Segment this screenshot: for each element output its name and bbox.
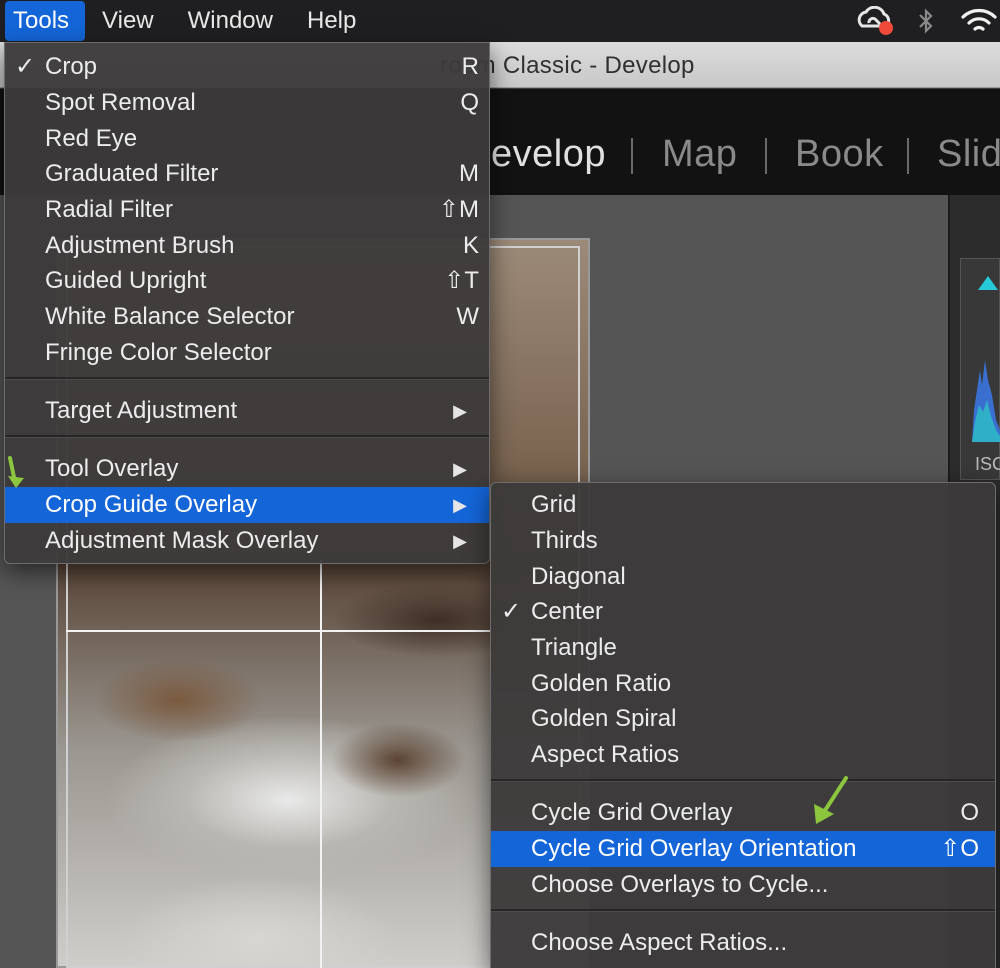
submenu-item-choose-aspect-ratios[interactable]: Choose Aspect Ratios... bbox=[491, 925, 995, 961]
menu-item-label: Crop bbox=[45, 53, 98, 80]
submenu-item-golden-ratio[interactable]: Golden Ratio bbox=[491, 666, 995, 702]
submenu-item-cycle-grid-overlay[interactable]: Cycle Grid Overlay O bbox=[491, 795, 995, 831]
crop-guide-overlay-submenu: Grid Thirds Diagonal ✓ Center Triangle G… bbox=[490, 482, 996, 968]
menu-item-spot-removal[interactable]: Spot Removal Q bbox=[5, 85, 489, 121]
menu-item-label: Grid bbox=[531, 491, 577, 518]
menu-window[interactable]: Window bbox=[171, 0, 290, 42]
module-divider bbox=[765, 138, 767, 174]
module-book[interactable]: Book bbox=[795, 133, 884, 176]
menu-item-label: Cycle Grid Overlay bbox=[531, 799, 733, 826]
menu-item-label: Tool Overlay bbox=[45, 455, 179, 482]
submenu-arrow-icon: ▶ bbox=[453, 459, 467, 479]
submenu-item-aspect-ratios[interactable]: Aspect Ratios bbox=[491, 737, 995, 773]
submenu-item-choose-overlays-to-cycle[interactable]: Choose Overlays to Cycle... bbox=[491, 867, 995, 903]
menu-item-label: Center bbox=[531, 598, 604, 625]
tools-menu: ✓ Crop R Spot Removal Q Red Eye Graduate… bbox=[4, 42, 490, 564]
submenu-item-triangle[interactable]: Triangle bbox=[491, 630, 995, 666]
shortcut-label: W bbox=[456, 303, 479, 330]
module-divider bbox=[907, 138, 909, 174]
iso-label: ISC bbox=[975, 454, 1000, 474]
menu-item-crop[interactable]: ✓ Crop R bbox=[5, 49, 489, 85]
shortcut-label: Q bbox=[460, 89, 479, 116]
menu-item-label: Thirds bbox=[531, 527, 598, 554]
submenu-arrow-icon: ▶ bbox=[453, 401, 467, 421]
menu-item-label: Diagonal bbox=[531, 563, 626, 590]
menu-view[interactable]: View bbox=[85, 0, 171, 42]
menu-item-label: Radial Filter bbox=[45, 196, 174, 223]
menu-item-label: Spot Removal bbox=[45, 89, 196, 116]
submenu-item-diagonal[interactable]: Diagonal bbox=[491, 559, 995, 595]
menu-item-adjustment-brush[interactable]: Adjustment Brush K bbox=[5, 228, 489, 264]
submenu-item-thirds[interactable]: Thirds bbox=[491, 523, 995, 559]
menu-item-label: Choose Overlays to Cycle... bbox=[531, 871, 829, 898]
module-map[interactable]: Map bbox=[662, 133, 737, 176]
highlight-clipping-indicator[interactable] bbox=[978, 276, 998, 290]
menu-item-label: Adjustment Brush bbox=[45, 232, 235, 259]
wifi-icon[interactable] bbox=[960, 0, 998, 42]
menu-item-label: Fringe Color Selector bbox=[45, 339, 272, 366]
menu-item-label: Cycle Grid Overlay Orientation bbox=[531, 835, 857, 862]
submenu-item-center[interactable]: ✓ Center bbox=[491, 594, 995, 630]
menu-item-crop-guide-overlay[interactable]: Crop Guide Overlay ▶ bbox=[5, 487, 489, 523]
menu-item-label: Golden Spiral bbox=[531, 705, 677, 732]
shortcut-label: R bbox=[461, 53, 479, 80]
crop-guide-line bbox=[66, 630, 490, 632]
shortcut-label: K bbox=[462, 232, 479, 259]
menu-item-label: Golden Ratio bbox=[531, 670, 672, 697]
menu-separator bbox=[491, 909, 995, 912]
menu-item-label: Adjustment Mask Overlay bbox=[45, 527, 319, 554]
menu-bar: Tools View Window Help bbox=[0, 0, 1000, 42]
shortcut-label: ⇧T bbox=[444, 267, 479, 294]
submenu-arrow-icon: ▶ bbox=[453, 495, 467, 515]
shortcut-label: ⇧M bbox=[438, 196, 479, 223]
histogram-graph bbox=[972, 360, 1000, 442]
menu-separator bbox=[5, 377, 489, 380]
menu-item-label: Aspect Ratios bbox=[531, 741, 680, 768]
menu-item-white-balance-selector[interactable]: White Balance Selector W bbox=[5, 299, 489, 335]
submenu-arrow-icon: ▶ bbox=[453, 531, 467, 551]
checkmark-icon: ✓ bbox=[501, 598, 522, 625]
submenu-item-cycle-grid-overlay-orientation[interactable]: Cycle Grid Overlay Orientation ⇧O bbox=[491, 831, 995, 867]
creative-cloud-icon[interactable] bbox=[856, 0, 896, 42]
menu-separator bbox=[491, 779, 995, 782]
bluetooth-icon[interactable] bbox=[916, 0, 936, 42]
shortcut-label: M bbox=[459, 160, 479, 187]
menu-item-tool-overlay[interactable]: Tool Overlay ▶ bbox=[5, 451, 489, 487]
menu-item-label: Choose Aspect Ratios... bbox=[531, 929, 788, 956]
annotation-arrow-icon bbox=[814, 776, 848, 824]
menu-item-target-adjustment[interactable]: Target Adjustment ▶ bbox=[5, 393, 489, 429]
module-slideshow[interactable]: Slid bbox=[937, 133, 1000, 176]
menu-item-adjustment-mask-overlay[interactable]: Adjustment Mask Overlay ▶ bbox=[5, 523, 489, 559]
shortcut-label: O bbox=[960, 799, 979, 826]
menu-item-label: Crop Guide Overlay bbox=[45, 491, 258, 518]
menu-item-radial-filter[interactable]: Radial Filter ⇧M bbox=[5, 192, 489, 228]
module-develop[interactable]: evelop bbox=[491, 133, 606, 176]
menu-item-label: Red Eye bbox=[45, 125, 138, 152]
menu-item-red-eye[interactable]: Red Eye bbox=[5, 121, 489, 157]
module-divider bbox=[631, 138, 633, 174]
menu-item-label: Graduated Filter bbox=[45, 160, 219, 187]
crop-guide-line bbox=[320, 560, 322, 968]
menu-separator bbox=[5, 435, 489, 438]
shortcut-label: ⇧O bbox=[940, 835, 979, 862]
menu-item-label: Triangle bbox=[531, 634, 617, 661]
checkmark-icon: ✓ bbox=[15, 53, 36, 80]
menu-item-label: Target Adjustment bbox=[45, 397, 238, 424]
menu-item-label: White Balance Selector bbox=[45, 303, 295, 330]
menu-item-guided-upright[interactable]: Guided Upright ⇧T bbox=[5, 263, 489, 299]
submenu-item-golden-spiral[interactable]: Golden Spiral bbox=[491, 701, 995, 737]
menu-item-graduated-filter[interactable]: Graduated Filter M bbox=[5, 156, 489, 192]
menu-help[interactable]: Help bbox=[290, 0, 373, 42]
submenu-item-grid[interactable]: Grid bbox=[491, 487, 995, 523]
annotation-arrow-icon bbox=[8, 456, 24, 488]
menu-item-fringe-color-selector[interactable]: Fringe Color Selector bbox=[5, 335, 489, 371]
menu-item-label: Guided Upright bbox=[45, 267, 207, 294]
menu-tools[interactable]: Tools bbox=[5, 1, 86, 41]
